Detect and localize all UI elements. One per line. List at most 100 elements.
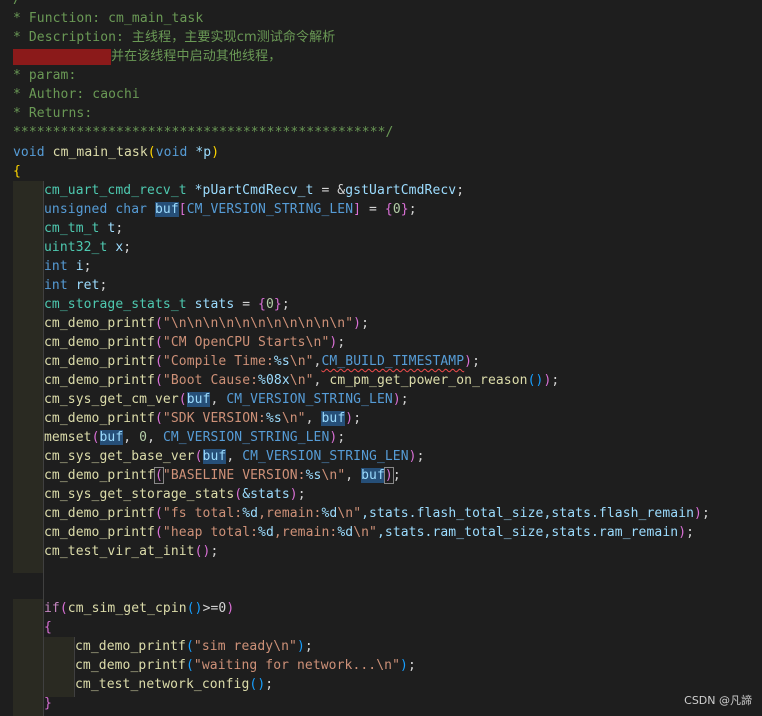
function-call: cm_sys_get_base_ver (44, 449, 195, 464)
function-call: cm_demo_printf (44, 506, 155, 521)
string-literal: "Compile Time: (162, 354, 274, 369)
comment-line: * Returns: (13, 106, 93, 121)
code-line: memset(buf, 0, CM_VERSION_STRING_LEN); (44, 430, 346, 445)
indent-highlight (44, 637, 74, 697)
variable: gstUartCmdRecv (345, 183, 457, 198)
code-line: int i; (44, 259, 92, 274)
variable: *pUartCmdRecv_t (194, 183, 314, 198)
code-line: cm_demo_printf("Boot Cause:%08x\n", cm_p… (44, 373, 560, 388)
format-spec: %s (265, 411, 282, 426)
string-literal: "Boot Cause: (162, 373, 259, 388)
code-line: cm_tm_t t; (44, 221, 124, 236)
keyword: void (13, 145, 45, 160)
operator: = & (313, 183, 346, 198)
variable: i (75, 259, 84, 274)
operator: >=0 (202, 601, 227, 616)
function-call: cm_demo_printf (44, 316, 155, 331)
code-line: cm_demo_printf("\n\n\n\n\n\n\n\n\n\n\n")… (44, 316, 370, 331)
code-line: cm_sys_get_storage_stats(&stats); (44, 487, 306, 502)
string-literal: ,remain: (273, 525, 338, 540)
type-name: cm_tm_t (44, 221, 100, 236)
keyword: if (44, 601, 60, 616)
format-spec: %d (321, 506, 338, 521)
code-line: cm_demo_printf("fs total:%d,remain:%d\n"… (44, 506, 710, 521)
string-literal: "CM OpenCPU Starts\n" (162, 335, 330, 350)
keyword: unsigned char (44, 202, 148, 217)
arguments: ,stats.flash_total_size,stats.flash_rema… (361, 506, 695, 521)
type-name: cm_storage_stats_t (44, 297, 187, 312)
comment-text: 主线程，主要实现cm测试命令解析 (131, 30, 336, 45)
macro: CM_VERSION_STRING_LEN (242, 449, 409, 464)
function-call: cm_demo_printf (75, 639, 186, 654)
variable: buf (99, 430, 124, 445)
format-spec: %08x (258, 373, 290, 388)
number: 0 (265, 297, 274, 312)
function-call: cm_demo_printf (44, 525, 155, 540)
function-call: cm_pm_get_power_on_reason (329, 373, 528, 388)
comment-line: ****************************************… (13, 125, 394, 140)
code-line: cm_demo_printf("heap total:%d,remain:%d\… (44, 525, 695, 540)
comment-line: 并在该线程中启动其他线程， (13, 47, 281, 66)
code-editor[interactable]: / * Function: cm_main_task * Description… (0, 0, 762, 716)
string-literal: "\n\n\n\n\n\n\n\n\n\n\n" (162, 316, 354, 331)
macro: CM_VERSION_STRING_LEN (226, 392, 393, 407)
format-spec: %d (337, 525, 354, 540)
string-literal: "sim ready\n" (193, 639, 297, 654)
type-name: cm_uart_cmd_recv_t (44, 183, 187, 198)
string-literal: "fs total: (162, 506, 243, 521)
code-line: cm_demo_printf("Compile Time:%s\n",CM_BU… (44, 354, 481, 369)
code-line: cm_demo_printf("sim ready\n"); (75, 639, 313, 654)
code-line: void cm_main_task(void *p) (13, 145, 220, 160)
format-spec: %s (273, 354, 290, 369)
string-literal: \n" (289, 354, 314, 369)
function-call: cm_sys_get_cm_ver (44, 392, 179, 407)
format-spec: %d (242, 506, 259, 521)
function-call: cm_demo_printf (44, 411, 155, 426)
string-literal: \n" (281, 411, 306, 426)
string-literal: "SDK VERSION: (162, 411, 266, 426)
number: 0 (392, 202, 401, 217)
string-literal: "BASELINE VERSION: (162, 468, 306, 483)
code-line: uint32_t x; (44, 240, 132, 255)
code-line: cm_test_vir_at_init(); (44, 544, 219, 559)
code-line: cm_demo_printf("BASELINE VERSION:%s\n", … (44, 467, 401, 484)
variable: buf (154, 202, 179, 217)
string-literal: ,remain: (258, 506, 322, 521)
function-call: cm_sim_get_cpin (67, 601, 187, 616)
indent-highlight (13, 181, 43, 573)
arguments: ,stats.ram_total_size,stats.ram_remain (376, 525, 679, 540)
function-call: memset (44, 430, 92, 445)
function-call: cm_demo_printf (44, 373, 155, 388)
macro: CM_BUILD_TIMESTAMP (321, 354, 465, 369)
variable: &stats (242, 487, 290, 502)
code-line: cm_sys_get_cm_ver(buf, CM_VERSION_STRING… (44, 392, 409, 407)
param: *p (195, 145, 212, 160)
string-literal: \n" (337, 506, 362, 521)
function-call: cm_test_vir_at_init (44, 544, 195, 559)
macro: CM_VERSION_STRING_LEN (162, 430, 330, 445)
code-line: int ret; (44, 278, 108, 293)
code-line: cm_demo_printf("CM OpenCPU Starts\n"); (44, 335, 346, 350)
code-line: { (44, 620, 52, 635)
keyword: int (44, 259, 68, 274)
variable: buf (202, 449, 227, 464)
type-name: uint32_t (44, 240, 108, 255)
code-line: cm_sys_get_base_ver(buf, CM_VERSION_STRI… (44, 449, 425, 464)
string-literal: "heap total: (162, 525, 259, 540)
variable: t (107, 221, 116, 236)
keyword: int (44, 278, 68, 293)
comment-line: * Author: caochi (13, 87, 140, 102)
variable: buf (321, 411, 346, 426)
function-call: cm_demo_printf (44, 335, 155, 350)
comment-line: * param: (13, 68, 77, 83)
code-line: unsigned char buf[CM_VERSION_STRING_LEN]… (44, 202, 417, 217)
comment-line: * Description: 主线程，主要实现cm测试命令解析 (13, 28, 335, 47)
variable: ret (75, 278, 100, 293)
string-literal: \n" (289, 373, 314, 388)
code-line: if(cm_sim_get_cpin()>=0) (44, 601, 235, 616)
keyword: void (155, 145, 188, 160)
comment-line: / (13, 0, 21, 9)
comment-line: * Function: cm_main_task (13, 11, 204, 26)
function-name: cm_main_task (52, 145, 148, 160)
code-line: cm_test_network_config(); (75, 677, 274, 692)
